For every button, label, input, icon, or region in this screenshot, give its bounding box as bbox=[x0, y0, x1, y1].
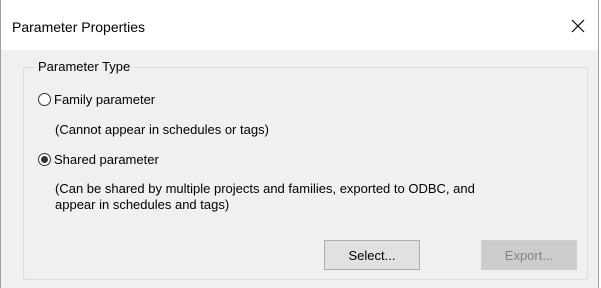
family-parameter-radio[interactable]: Family parameter bbox=[38, 92, 155, 107]
close-button[interactable] bbox=[558, 8, 598, 44]
close-icon bbox=[571, 19, 585, 33]
parameter-properties-dialog: Parameter Properties Parameter Type Fami… bbox=[0, 0, 599, 288]
parameter-type-group-label: Parameter Type bbox=[34, 59, 135, 75]
shared-parameter-radio-button[interactable] bbox=[38, 153, 51, 166]
title-bar: Parameter Properties bbox=[1, 0, 598, 50]
select-button[interactable]: Select... bbox=[324, 240, 420, 270]
family-parameter-radio-button[interactable] bbox=[38, 93, 51, 106]
shared-parameter-radio[interactable]: Shared parameter bbox=[38, 152, 159, 167]
window-title: Parameter Properties bbox=[12, 19, 146, 35]
family-parameter-description: (Cannot appear in schedules or tags) bbox=[55, 122, 269, 137]
export-button[interactable]: Export... bbox=[481, 240, 577, 270]
shared-parameter-description-line-2: appear in schedules and tags) bbox=[55, 197, 230, 212]
shared-parameter-label: Shared parameter bbox=[54, 152, 159, 167]
family-parameter-label: Family parameter bbox=[54, 92, 156, 107]
